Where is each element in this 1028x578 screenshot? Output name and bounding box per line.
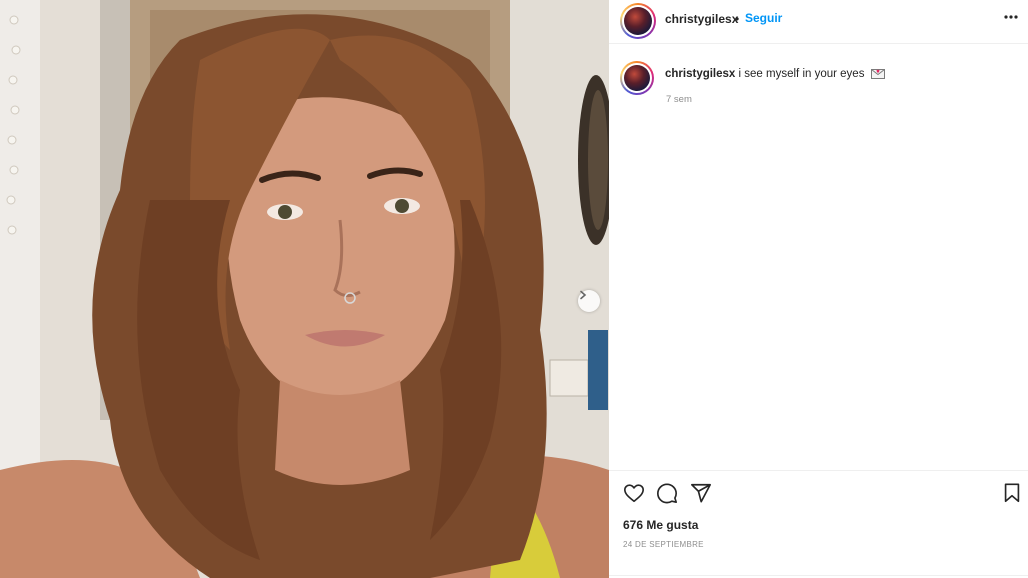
post-header: christygilesx • Seguir xyxy=(609,0,1028,44)
caption: christygilesx i see myself in your eyes xyxy=(665,67,885,82)
like-count[interactable]: 676 Me gusta xyxy=(623,518,698,532)
post-photo[interactable] xyxy=(0,0,609,578)
caption-username[interactable]: christygilesx xyxy=(665,68,735,80)
action-bar: 676 Me gusta 24 DE SEPTIEMBRE xyxy=(609,470,1028,578)
chevron-right-icon xyxy=(580,290,587,300)
share-button[interactable] xyxy=(690,482,712,509)
heart-icon xyxy=(624,484,644,503)
header-separator: • xyxy=(735,12,740,26)
comments-area[interactable]: christygilesx i see myself in your eyes … xyxy=(609,45,1028,470)
more-dots-icon xyxy=(1004,15,1018,19)
send-icon xyxy=(691,483,711,503)
follow-button[interactable]: Seguir xyxy=(745,11,782,25)
selfie-illustration xyxy=(0,0,609,578)
post-date[interactable]: 24 DE SEPTIEMBRE xyxy=(623,540,704,549)
comment-icon xyxy=(657,483,677,504)
author-avatar[interactable] xyxy=(620,3,656,39)
more-options-button[interactable] xyxy=(1003,9,1019,30)
caption-text: i see myself in your eyes xyxy=(738,68,865,80)
like-button[interactable] xyxy=(623,482,645,509)
save-button[interactable] xyxy=(1001,482,1023,509)
author-username[interactable]: christygilesx xyxy=(665,12,738,26)
caption-time[interactable]: 7 sem xyxy=(666,94,692,105)
comment-button[interactable] xyxy=(656,482,678,509)
next-photo-button[interactable] xyxy=(578,290,600,312)
bookmark-icon xyxy=(1004,483,1020,503)
love-letter-icon xyxy=(870,67,885,82)
post-side-panel: christygilesx • Seguir christygilesx i s… xyxy=(609,0,1028,578)
caption-avatar[interactable] xyxy=(620,61,654,95)
